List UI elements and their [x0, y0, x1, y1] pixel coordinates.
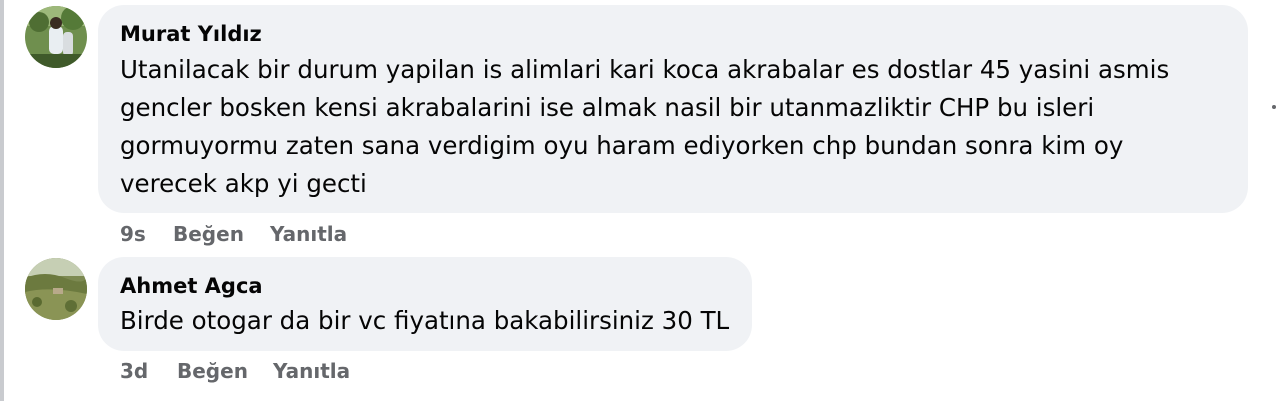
comment-text-line: Utanilacak bir durum yapilan is alimlari…: [120, 55, 1170, 84]
comment-text-line: verecek akp yi gecti: [120, 169, 367, 198]
comment-timestamp[interactable]: 3d: [120, 359, 148, 383]
comment-text-line: gencler bosken kensi akrabalarini ise al…: [120, 93, 1095, 122]
comment-text-line: gormuyormu zaten sana verdigim oyu haram…: [120, 131, 1124, 160]
like-button[interactable]: Beğen: [177, 359, 248, 383]
comment-text-line: Birde otogar da bir vc fiyatına bakabili…: [120, 306, 730, 335]
avatar[interactable]: [25, 6, 87, 68]
more-options-icon[interactable]: [1272, 105, 1276, 109]
like-button[interactable]: Beğen: [173, 222, 244, 246]
avatar[interactable]: [25, 258, 87, 320]
comment-author[interactable]: Ahmet Agca: [120, 274, 263, 298]
reply-button[interactable]: Yanıtla: [270, 222, 347, 246]
scroll-edge: [0, 0, 4, 401]
reply-button[interactable]: Yanıtla: [273, 359, 350, 383]
comment-author[interactable]: Murat Yıldız: [120, 22, 262, 46]
comment-timestamp[interactable]: 9s: [120, 222, 146, 246]
